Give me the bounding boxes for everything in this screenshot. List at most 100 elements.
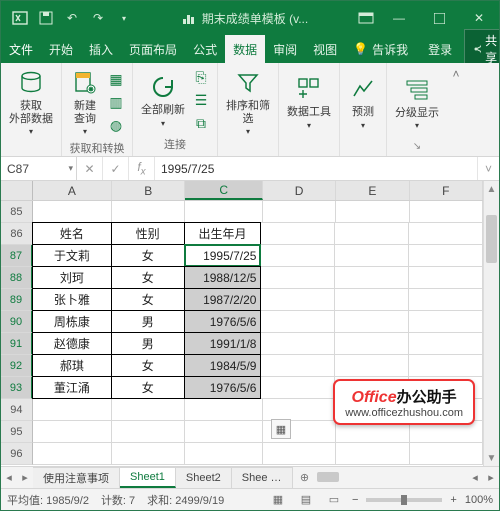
cell[interactable]: 1976/5/6 — [184, 310, 262, 333]
row-header[interactable]: 96 — [1, 443, 33, 465]
ribbon-display-button[interactable] — [353, 5, 379, 31]
cell[interactable]: 于文莉 — [32, 244, 112, 267]
cell[interactable]: 赵德康 — [32, 332, 112, 355]
tab-formulas[interactable]: 公式 — [185, 35, 225, 63]
cell[interactable]: 男 — [111, 332, 185, 355]
properties-button[interactable]: ☰ — [191, 90, 211, 110]
show-queries-button[interactable]: ▦ — [106, 69, 126, 89]
cell[interactable]: 女 — [111, 244, 185, 267]
tab-home[interactable]: 开始 — [41, 35, 81, 63]
cell[interactable]: 出生年月 — [184, 222, 262, 245]
row-header[interactable]: 93 — [1, 377, 33, 399]
row-header[interactable]: 95 — [1, 421, 33, 443]
name-box[interactable]: C87▾ — [1, 157, 77, 180]
col-header-E[interactable]: E — [336, 181, 409, 200]
cell[interactable]: 1976/5/6 — [184, 376, 262, 399]
cell[interactable]: 性别 — [111, 222, 185, 245]
cell[interactable]: 张卜雅 — [32, 288, 112, 311]
col-header-A[interactable]: A — [33, 181, 112, 200]
col-header-F[interactable]: F — [410, 181, 483, 200]
tellme-button[interactable]: 💡告诉我 — [345, 41, 416, 58]
cell[interactable]: 刘珂 — [32, 266, 112, 289]
row-header[interactable]: 90 — [1, 311, 33, 333]
expand-formula-button[interactable]: ˅ — [477, 157, 499, 180]
row-header[interactable]: 87 — [1, 245, 33, 267]
paste-options-button[interactable]: ▦ — [271, 419, 291, 439]
new-query-button[interactable]: ✸ 新建 查询 ▾ — [68, 66, 102, 138]
qat-redo-button[interactable]: ↷ — [85, 5, 111, 31]
cell[interactable]: 董江涌 — [32, 376, 112, 399]
row-header[interactable]: 85 — [1, 201, 33, 223]
normal-view-button[interactable]: ▦ — [268, 492, 288, 508]
outline-button[interactable]: 分级显示 ▾ — [393, 73, 441, 133]
cancel-fx-button[interactable]: ✕ — [77, 157, 103, 180]
cell[interactable]: 女 — [111, 288, 185, 311]
sheet-tab[interactable]: Shee … — [232, 467, 293, 488]
tab-nav-next[interactable]: ▸ — [17, 467, 33, 488]
qat-undo-button[interactable]: ↶ — [59, 5, 85, 31]
cell[interactable]: 女 — [111, 354, 185, 377]
col-header-B[interactable]: B — [112, 181, 185, 200]
edit-links-button[interactable]: ⧉ — [191, 113, 211, 133]
cell[interactable]: 周栋康 — [32, 310, 112, 333]
fx-button[interactable]: fx — [129, 157, 155, 180]
scroll-down-button[interactable]: ▼ — [484, 450, 499, 466]
connections-button[interactable]: ⎘ — [191, 67, 211, 87]
collapse-ribbon-button[interactable]: ˄ — [452, 67, 459, 81]
scroll-up-button[interactable]: ▲ — [484, 181, 499, 197]
new-sheet-button[interactable]: ⊕ — [293, 467, 317, 488]
select-all-button[interactable] — [1, 181, 33, 200]
get-external-data-button[interactable]: 获取 外部数据 ▾ — [7, 66, 55, 138]
cell[interactable]: 男 — [111, 310, 185, 333]
minimize-button[interactable]: — — [379, 1, 419, 35]
formula-input[interactable]: 1995/7/25 — [155, 157, 477, 180]
tab-insert[interactable]: 插入 — [81, 35, 121, 63]
cell[interactable]: 女 — [111, 376, 185, 399]
cell[interactable]: 1988/12/5 — [184, 266, 262, 289]
hscroll-left[interactable]: ◂ — [467, 467, 483, 488]
tab-review[interactable]: 审阅 — [265, 35, 305, 63]
tab-file[interactable]: 文件 — [1, 35, 41, 63]
page-layout-button[interactable]: ▤ — [296, 492, 316, 508]
cell[interactable]: 女 — [111, 266, 185, 289]
refresh-all-button[interactable]: 全部刷新 ▾ — [139, 70, 187, 130]
vertical-scrollbar[interactable]: ▲ ▼ — [483, 181, 499, 466]
cell[interactable]: 1984/5/9 — [184, 354, 262, 377]
hscroll-right[interactable]: ▸ — [483, 467, 499, 488]
sheet-tab[interactable]: Sheet2 — [176, 467, 232, 488]
zoom-level[interactable]: 100% — [465, 494, 493, 506]
tab-nav-prev[interactable]: ◂ — [1, 467, 17, 488]
qat-save-button[interactable] — [33, 5, 59, 31]
sheet-tab[interactable]: 使用注意事项 — [33, 467, 120, 488]
active-cell[interactable]: 1995/7/25 — [184, 244, 262, 267]
zoom-slider[interactable] — [366, 498, 442, 502]
tab-data[interactable]: 数据 — [225, 35, 265, 63]
row-header[interactable]: 92 — [1, 355, 33, 377]
maximize-button[interactable] — [419, 1, 459, 35]
data-tools-button[interactable]: 数据工具 ▾ — [285, 72, 333, 132]
forecast-button[interactable]: 预测 ▾ — [346, 72, 380, 132]
col-header-D[interactable]: D — [263, 181, 336, 200]
scroll-thumb[interactable] — [486, 215, 497, 263]
cell[interactable]: 郝琪 — [32, 354, 112, 377]
cell[interactable]: 1987/2/20 — [184, 288, 262, 311]
row-header[interactable]: 86 — [1, 223, 33, 245]
row-header[interactable]: 89 — [1, 289, 33, 311]
recent-sources-button[interactable]: ◍ — [106, 115, 126, 135]
cell[interactable]: 姓名 — [32, 222, 112, 245]
row-header[interactable]: 94 — [1, 399, 33, 421]
row-header[interactable]: 91 — [1, 333, 33, 355]
enter-fx-button[interactable]: ✓ — [103, 157, 129, 180]
row-header[interactable]: 88 — [1, 267, 33, 289]
signin-button[interactable]: 登录 — [420, 41, 460, 58]
col-header-C[interactable]: C — [185, 181, 262, 200]
page-break-button[interactable]: ▭ — [324, 492, 344, 508]
outline-dialog-launcher[interactable]: ↘ — [413, 141, 421, 152]
zoom-in-button[interactable]: + — [450, 494, 456, 506]
tab-layout[interactable]: 页面布局 — [121, 35, 185, 63]
tab-view[interactable]: 视图 — [305, 35, 345, 63]
qat-customize-button[interactable]: ▾ — [111, 5, 137, 31]
horizontal-scrollbar[interactable] — [317, 467, 468, 488]
sheet-tab-active[interactable]: Sheet1 — [120, 467, 176, 488]
cell[interactable]: 1991/1/8 — [184, 332, 262, 355]
